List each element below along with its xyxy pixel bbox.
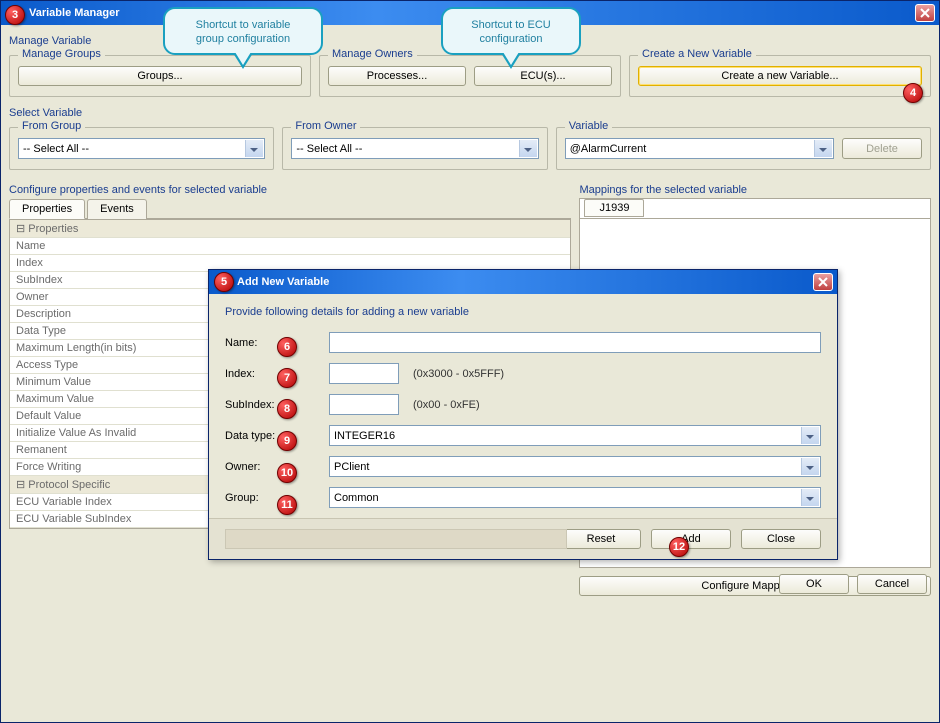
manage-groups-legend: Manage Groups (18, 48, 105, 60)
create-new-legend: Create a New Variable (638, 48, 756, 60)
callout-ecu-text: Shortcut to ECU configuration (471, 19, 550, 45)
property-tabs: Properties Events (9, 198, 571, 219)
from-group-value: -- Select All -- (23, 143, 89, 155)
from-owner-fieldset: From Owner -- Select All -- (282, 127, 547, 170)
reset-button[interactable]: Reset (561, 529, 641, 549)
name-input[interactable] (329, 332, 821, 353)
mapping-tab-j1939[interactable]: J1939 (584, 199, 644, 217)
from-group-select[interactable]: -- Select All -- (18, 138, 265, 159)
create-new-fieldset: Create a New Variable Create a new Varia… (629, 55, 931, 97)
cancel-button[interactable]: Cancel (857, 574, 927, 594)
ecus-button[interactable]: ECU(s)... (474, 66, 612, 86)
processes-button[interactable]: Processes... (328, 66, 466, 86)
mappings-label: Mappings for the selected variable (579, 184, 931, 196)
close-icon (818, 277, 828, 287)
badge-8: 8 (277, 399, 297, 419)
callout-ecu: Shortcut to ECU configuration (441, 7, 581, 55)
variable-value: @AlarmCurrent (570, 143, 647, 155)
add-button[interactable]: Add (651, 529, 731, 549)
from-group-legend: From Group (18, 120, 85, 132)
create-variable-button[interactable]: Create a new Variable... (638, 66, 922, 86)
datatype-select[interactable]: INTEGER16 (329, 425, 821, 446)
datatype-value: INTEGER16 (334, 430, 395, 442)
add-variable-dialog: Add New Variable Provide following detai… (208, 269, 838, 560)
group-select[interactable]: Common (329, 487, 821, 508)
badge-10: 10 (277, 463, 297, 483)
window-close-button[interactable] (915, 4, 935, 22)
group-value: Common (334, 492, 379, 504)
badge-4: 4 (903, 83, 923, 103)
from-owner-legend: From Owner (291, 120, 360, 132)
index-hint: (0x3000 - 0x5FFF) (413, 368, 504, 380)
callout-groups: Shortcut to variable group configuration (163, 7, 323, 55)
modal-titlebar: Add New Variable (209, 270, 837, 294)
badge-7: 7 (277, 368, 297, 388)
subindex-hint: (0x00 - 0xFE) (413, 399, 480, 411)
ok-button[interactable]: OK (779, 574, 849, 594)
owner-value: PClient (334, 461, 369, 473)
badge-12: 12 (669, 537, 689, 557)
select-variable-label: Select Variable (9, 107, 931, 119)
prop-group-properties[interactable]: Properties (10, 220, 570, 237)
tab-properties[interactable]: Properties (9, 199, 85, 219)
owner-select[interactable]: PClient (329, 456, 821, 477)
from-owner-select[interactable]: -- Select All -- (291, 138, 538, 159)
tab-events[interactable]: Events (87, 199, 147, 219)
configure-label: Configure properties and events for sele… (9, 184, 571, 196)
variable-select[interactable]: @AlarmCurrent (565, 138, 834, 159)
badge-6: 6 (277, 337, 297, 357)
badge-5: 5 (214, 272, 234, 292)
groups-button[interactable]: Groups... (18, 66, 302, 86)
modal-close-button[interactable] (813, 273, 833, 291)
subindex-input[interactable] (329, 394, 399, 415)
close-icon (920, 8, 930, 18)
modal-instruction: Provide following details for adding a n… (225, 306, 821, 318)
delete-button[interactable]: Delete (842, 138, 922, 159)
variable-legend: Variable (565, 120, 613, 132)
from-group-fieldset: From Group -- Select All -- (9, 127, 274, 170)
callout-groups-text: Shortcut to variable group configuration (196, 19, 291, 45)
manage-owners-fieldset: Manage Owners Processes... ECU(s)... (319, 55, 621, 97)
from-owner-value: -- Select All -- (296, 143, 362, 155)
close-button[interactable]: Close (741, 529, 821, 549)
variable-fieldset: Variable @AlarmCurrent Delete (556, 127, 931, 170)
badge-11: 11 (277, 495, 297, 515)
badge-9: 9 (277, 431, 297, 451)
manage-groups-fieldset: Manage Groups Groups... (9, 55, 311, 97)
badge-3: 3 (5, 5, 25, 25)
index-input[interactable] (329, 363, 399, 384)
manage-owners-legend: Manage Owners (328, 48, 417, 60)
prop-name[interactable]: Name (10, 238, 570, 254)
variable-manager-window: Variable Manager Manage Variable Manage … (0, 0, 940, 723)
